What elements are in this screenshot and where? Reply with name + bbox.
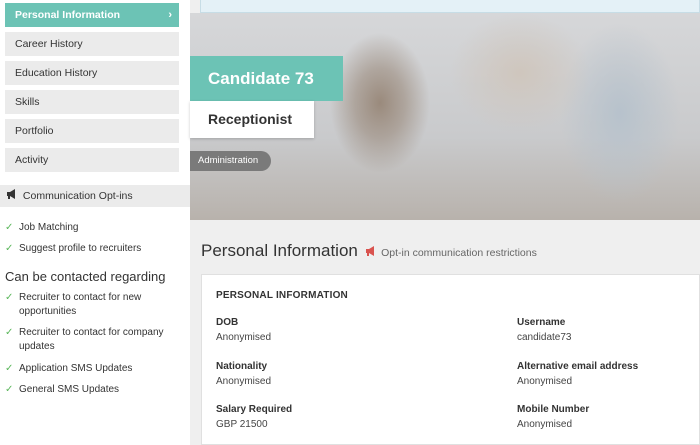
check-icon: ✓ [5, 327, 14, 338]
restriction-text: Opt-in communication restrictions [381, 247, 537, 259]
sidebar: Personal Information › Career History Ed… [0, 0, 190, 445]
nav-label: Education History [15, 67, 98, 79]
field-label-username: Username [517, 317, 566, 328]
contact-item: ✓ Recruiter to contact for company update… [5, 327, 164, 352]
nav-label: Skills [15, 96, 40, 108]
card-heading: PERSONAL INFORMATION [216, 290, 348, 301]
field-value-nationality: Anonymised [216, 376, 272, 387]
megaphone-icon [5, 185, 17, 207]
restriction-link[interactable]: Opt-in communication restrictions [365, 246, 537, 259]
nav-education-history[interactable]: Education History [5, 61, 179, 85]
chevron-right-icon: › [168, 9, 172, 21]
contact-item: ✓ General SMS Updates [5, 384, 120, 395]
candidate-name: Candidate 73 [190, 56, 343, 101]
top-banner [200, 0, 700, 13]
field-label-alt-email: Alternative email address [517, 361, 639, 372]
section-title: Personal Information [201, 241, 358, 260]
field-label-dob: DOB [216, 317, 239, 328]
contact-item: ✓ Application SMS Updates [5, 363, 133, 374]
nav-activity[interactable]: Activity [5, 148, 179, 172]
field-value-mobile: Anonymised [517, 419, 573, 430]
candidate-role: Receptionist [190, 101, 314, 138]
check-icon: ✓ [5, 222, 14, 233]
field-value-alt-email: Anonymised [517, 376, 573, 387]
nav-personal-information[interactable]: Personal Information › [5, 3, 179, 27]
megaphone-icon [365, 246, 379, 259]
nav-label: Activity [15, 154, 49, 166]
check-icon: ✓ [5, 243, 14, 254]
check-icon: ✓ [5, 363, 14, 374]
field-label-nationality: Nationality [216, 361, 268, 372]
contact-heading: Can be contacted regarding [5, 269, 166, 284]
optin-item: ✓ Suggest profile to recruiters [5, 243, 142, 254]
field-label-mobile: Mobile Number [517, 404, 590, 415]
field-label-salary: Salary Required [216, 404, 293, 415]
nav-label: Portfolio [15, 125, 54, 137]
check-icon: ✓ [5, 384, 14, 395]
contact-item: ✓ Recruiter to contact for new opportunit… [5, 292, 142, 317]
field-value-salary: GBP 21500 [216, 419, 268, 430]
personal-info-card: PERSONAL INFORMATION DOB Anonymised User… [201, 274, 700, 445]
optins-title: Communication Opt-ins [22, 190, 133, 202]
nav-career-history[interactable]: Career History [5, 32, 179, 56]
nav-label: Personal Information [15, 9, 121, 21]
field-value-dob: Anonymised [216, 332, 272, 343]
optins-header: Communication Opt-ins [0, 185, 190, 207]
nav-portfolio[interactable]: Portfolio [5, 119, 179, 143]
category-tag: Administration [190, 151, 271, 171]
check-icon: ✓ [5, 292, 14, 303]
nav-skills[interactable]: Skills [5, 90, 179, 114]
nav-label: Career History [15, 38, 83, 50]
optin-item: ✓ Job Matching [5, 222, 79, 233]
field-value-username: candidate73 [517, 332, 572, 343]
